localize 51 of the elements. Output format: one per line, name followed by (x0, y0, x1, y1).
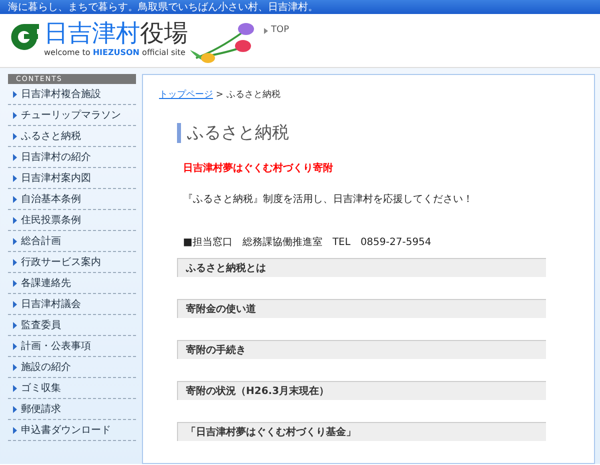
triangle-icon (13, 342, 17, 350)
contact-text: ■担当窓口 総務課協働推進室 TEL 0859-27-5954 (183, 236, 432, 250)
sidebar-link[interactable]: 施設の紹介 (8, 357, 136, 378)
sidebar-link[interactable]: 監査委員 (8, 315, 136, 336)
triangle-icon (13, 132, 17, 140)
page-title: ふるさと納税 (177, 122, 578, 142)
triangle-icon (13, 384, 17, 392)
sidebar-link[interactable]: 住民投票条例 (8, 210, 136, 231)
triangle-icon (13, 196, 17, 202)
sidebar-link[interactable]: 日吉津村案内図 (8, 168, 136, 189)
sidebar-link[interactable]: 計画・公表事項 (8, 336, 136, 357)
triangle-icon (264, 28, 268, 34)
sidebar-link[interactable]: 日吉津村の紹介 (8, 147, 136, 168)
triangle-icon (13, 300, 17, 308)
sidebar-link[interactable]: 行政サービス案内 (8, 252, 136, 273)
triangle-icon (13, 238, 17, 244)
intro-text: 『ふるさと納税』制度を活用し、日吉津村を応援してください！ (183, 192, 474, 206)
top-link[interactable]: TOP (271, 24, 290, 38)
tagline: 海に暮らし、まちで暮らす。鳥取県でいちばん小さい村、日吉津村。 (8, 2, 318, 13)
sidebar-link[interactable]: 各課連絡先 (8, 273, 136, 294)
section-heading: 寄附の状況（H26.3月末現在） (177, 380, 546, 400)
highlight-text: 日吉津村夢はぐくむ村づくり寄附 (183, 161, 334, 176)
triangle-icon (13, 174, 17, 182)
section-heading: 寄附の手続き (177, 340, 546, 358)
sidebar-link[interactable]: チューリップマラソン (8, 105, 136, 126)
triangle-icon (13, 426, 17, 434)
breadcrumb-text: > ふるさと納税 (214, 90, 280, 100)
logo-icon (8, 22, 40, 52)
triangle-icon (13, 280, 17, 286)
sidebar-link[interactable]: ふるさと納税 (8, 126, 136, 147)
section-heading: 寄附金の使い道 (177, 298, 546, 318)
triangle-icon (13, 364, 17, 370)
triangle-icon (13, 258, 17, 266)
sidebar-link[interactable]: ゴミ収集 (8, 378, 136, 399)
triangle-icon (13, 154, 17, 160)
sidebar-link[interactable]: 日吉津村議会 (8, 294, 136, 315)
triangle-icon (13, 90, 17, 98)
section-heading: ふるさと納税とは (177, 258, 546, 276)
triangle-icon (13, 216, 17, 224)
sidebar-link[interactable]: 総合計画 (8, 231, 136, 252)
site-title: 日吉津村役場 (44, 20, 188, 46)
triangle-icon (13, 112, 17, 118)
site-subtitle: welcome to HIEZUSON official site (44, 47, 186, 59)
sidebar-link[interactable]: 郵便請求 (8, 399, 136, 420)
triangle-icon (13, 322, 17, 328)
triangle-icon (13, 406, 17, 412)
sidebar-link[interactable]: 自治基本条例 (8, 189, 136, 210)
section-heading: 「日吉津村夢はぐくむ村づくり基金」 (177, 422, 546, 440)
sidebar-link[interactable]: 申込書ダウンロード (8, 420, 136, 441)
breadcrumb-link[interactable]: トップページ (159, 90, 213, 100)
sidebar-link[interactable]: 日吉津村複合施設 (8, 84, 136, 105)
